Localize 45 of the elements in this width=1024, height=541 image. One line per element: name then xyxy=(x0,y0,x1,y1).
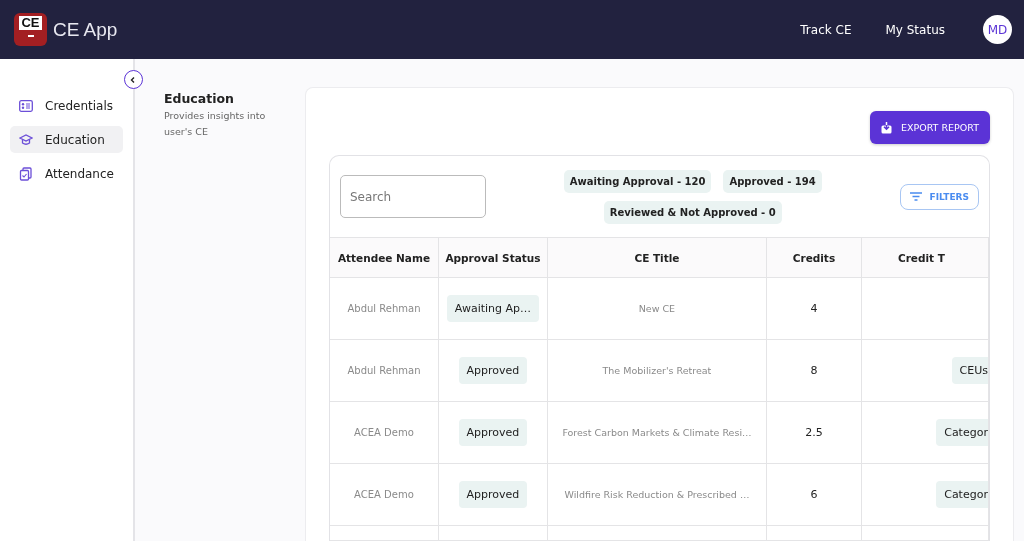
approval-status-tag: Approved xyxy=(458,481,528,508)
logo-icon: CE xyxy=(14,13,47,46)
search-field[interactable]: Search xyxy=(339,175,486,218)
attendee-name: Abdul Rehman xyxy=(347,303,421,314)
collapse-button[interactable] xyxy=(123,70,143,89)
graduation-cap-icon xyxy=(19,133,33,146)
id-card-icon xyxy=(19,99,33,112)
page-title: Education xyxy=(163,91,235,106)
export-report-button[interactable]: EXPORT REPORT xyxy=(869,111,990,144)
user-avatar[interactable]: MD xyxy=(983,15,1012,44)
sidebar-item[interactable]: Credentials xyxy=(10,92,123,119)
clipboard-icon xyxy=(19,166,33,181)
attendee-name: ACEA Demo xyxy=(354,489,414,500)
sidebar-item[interactable]: Attendance xyxy=(10,160,123,187)
page-description: Provides insights into user's CE xyxy=(163,109,267,139)
column-header: Attendee Name xyxy=(337,251,430,264)
credit-type-tag: CEUs xyxy=(951,357,988,384)
column-header: Approval Status xyxy=(445,251,541,264)
status-count-chip: Reviewed & Not Approved - 0 xyxy=(603,200,782,224)
credits-value: 6 xyxy=(810,488,818,501)
attendee-name: Abdul Rehman xyxy=(347,365,421,376)
status-count-chip: Awaiting Approval - 120 xyxy=(563,169,712,193)
credits-value: 8 xyxy=(810,364,818,377)
credits-value: 2.5 xyxy=(805,426,823,439)
ce-title: Forest Carbon Markets & Climate Resi… xyxy=(562,427,752,438)
column-header: Credit T xyxy=(897,251,945,264)
ce-title: The Mobilizer's Retreat xyxy=(602,365,712,376)
credit-type-tag: Categor xyxy=(936,481,988,508)
filter-icon xyxy=(909,192,922,201)
approval-status-tag: Approved xyxy=(458,357,528,384)
approval-status-tag: Awaiting Ap… xyxy=(446,295,540,322)
ce-title: New CE xyxy=(638,303,676,314)
credit-type-tag: Categor xyxy=(936,419,988,446)
nav-link[interactable]: Track CE xyxy=(800,22,852,37)
download-icon xyxy=(880,121,892,134)
status-count-chip: Approved - 194 xyxy=(723,169,822,193)
column-header: CE Title xyxy=(634,251,680,264)
credits-value: 4 xyxy=(810,302,818,315)
ce-title: Wildfire Risk Reduction & Prescribed … xyxy=(564,489,750,500)
approval-status-tag: Approved xyxy=(458,419,528,446)
attendee-name: ACEA Demo xyxy=(354,427,414,438)
column-header: Credits xyxy=(792,251,836,264)
nav-link[interactable]: My Status xyxy=(885,22,945,37)
app-name: CE App xyxy=(53,18,118,41)
sidebar-item[interactable]: Education xyxy=(10,126,123,153)
